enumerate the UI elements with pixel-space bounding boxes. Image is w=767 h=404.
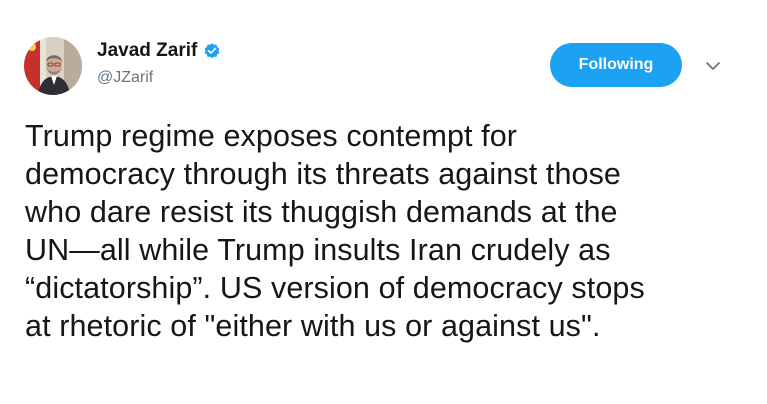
chevron-down-icon[interactable]: [703, 56, 723, 76]
verified-badge-icon: [204, 43, 220, 59]
author-handle[interactable]: @JZarif: [97, 68, 153, 88]
author-name-row: Javad Zarif: [97, 40, 221, 62]
tweet-text: Trump regime exposes contempt for democr…: [25, 119, 645, 343]
profile-photo-icon: [24, 37, 82, 95]
following-button[interactable]: Following: [550, 43, 682, 87]
author-display-name[interactable]: Javad Zarif: [97, 40, 197, 62]
avatar[interactable]: [24, 37, 82, 95]
tweet-card: Javad Zarif @JZarif Following Trump regi…: [0, 0, 767, 404]
